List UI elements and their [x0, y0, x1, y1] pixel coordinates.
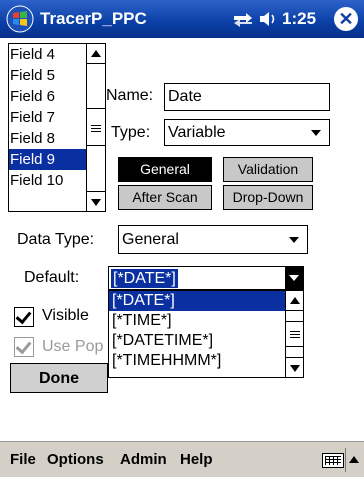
- dropdown-option[interactable]: [*DATETIME*]: [109, 331, 286, 351]
- menu-file[interactable]: File: [10, 451, 36, 468]
- tab-after-scan[interactable]: After Scan: [118, 185, 212, 210]
- tab-validation[interactable]: Validation: [223, 157, 313, 182]
- scroll-down-button[interactable]: [286, 357, 303, 377]
- grip-line: [91, 128, 101, 129]
- grip-line: [290, 334, 300, 335]
- field-list[interactable]: Field 4 Field 5 Field 6 Field 7 Field 8 …: [8, 43, 106, 212]
- list-item[interactable]: Field 10: [9, 170, 88, 191]
- app-title: TracerP_PPC: [40, 9, 147, 28]
- keyboard-icon[interactable]: [322, 453, 344, 468]
- default-select[interactable]: [*DATE*]: [108, 266, 304, 290]
- visible-label: Visible: [42, 307, 89, 324]
- arrow-down-icon: [290, 365, 300, 372]
- menu-options[interactable]: Options: [47, 451, 104, 468]
- field-list-items: Field 4 Field 5 Field 6 Field 7 Field 8 …: [9, 44, 88, 191]
- divider: [345, 448, 346, 472]
- list-item[interactable]: Field 6: [9, 86, 88, 107]
- list-item[interactable]: Field 4: [9, 44, 88, 65]
- default-select-value: [*DATE*]: [111, 269, 178, 288]
- use-popup-checkbox[interactable]: [14, 337, 34, 357]
- data-type-select[interactable]: General: [118, 225, 308, 254]
- connectivity-icon[interactable]: [232, 10, 254, 28]
- field-list-scrollbar[interactable]: [86, 44, 105, 211]
- name-field[interactable]: Date: [164, 83, 330, 111]
- dropdown-option[interactable]: [*TIMEHHMM*]: [109, 351, 286, 371]
- start-menu-logo-icon[interactable]: [6, 5, 34, 33]
- menu-bar: File Options Admin Help: [0, 441, 364, 477]
- type-label: Type:: [111, 124, 151, 141]
- input-panel-arrow-icon[interactable]: [349, 456, 359, 463]
- default-select-toggle[interactable]: [285, 267, 303, 289]
- visible-checkbox[interactable]: [14, 307, 34, 327]
- data-type-select-value: General: [122, 231, 179, 248]
- list-item[interactable]: Field 8: [9, 128, 88, 149]
- name-label: Name:: [106, 87, 154, 104]
- arrow-up-icon: [91, 50, 101, 57]
- volume-icon[interactable]: [258, 10, 278, 28]
- keyboard-keys: [325, 456, 341, 465]
- default-label: Default:: [24, 269, 80, 286]
- grip-line: [290, 331, 300, 332]
- grip-line: [290, 337, 300, 338]
- dropdown-option-selected[interactable]: [*DATE*]: [109, 291, 286, 311]
- scroll-down-button[interactable]: [87, 191, 105, 211]
- scroll-thumb[interactable]: [286, 321, 303, 347]
- menu-admin[interactable]: Admin: [120, 451, 167, 468]
- check-icon: [15, 337, 32, 355]
- arrow-down-icon: [91, 199, 101, 206]
- scroll-up-button[interactable]: [286, 291, 303, 311]
- dropdown-option[interactable]: [*TIME*]: [109, 311, 286, 331]
- grip-line: [91, 125, 101, 126]
- tab-general[interactable]: General: [118, 157, 212, 182]
- title-bar: TracerP_PPC 1:25 ✕: [0, 0, 364, 38]
- close-icon[interactable]: ✕: [334, 7, 358, 31]
- list-item[interactable]: Field 7: [9, 107, 88, 128]
- grip-line: [91, 131, 101, 132]
- type-select[interactable]: Variable: [164, 119, 330, 146]
- scroll-thumb[interactable]: [87, 108, 105, 146]
- menu-help[interactable]: Help: [180, 451, 213, 468]
- scroll-up-button[interactable]: [87, 44, 105, 64]
- list-item-selected[interactable]: Field 9: [9, 149, 88, 170]
- done-button[interactable]: Done: [10, 363, 108, 393]
- dropdown-scrollbar[interactable]: [285, 291, 303, 377]
- type-select-value: Variable: [168, 124, 226, 141]
- tab-drop-down[interactable]: Drop-Down: [223, 185, 313, 210]
- list-item[interactable]: Field 5: [9, 65, 88, 86]
- check-icon: [15, 307, 32, 325]
- default-dropdown-list[interactable]: [*DATE*] [*TIME*] [*DATETIME*] [*TIMEHHM…: [108, 290, 304, 378]
- arrow-up-icon: [290, 297, 300, 304]
- chevron-down-icon: [289, 236, 299, 243]
- use-popup-label: Use Pop: [42, 338, 104, 355]
- chevron-down-icon: [311, 129, 321, 136]
- clock[interactable]: 1:25: [282, 9, 316, 29]
- data-type-label: Data Type:: [17, 231, 95, 248]
- chevron-down-icon: [289, 275, 299, 281]
